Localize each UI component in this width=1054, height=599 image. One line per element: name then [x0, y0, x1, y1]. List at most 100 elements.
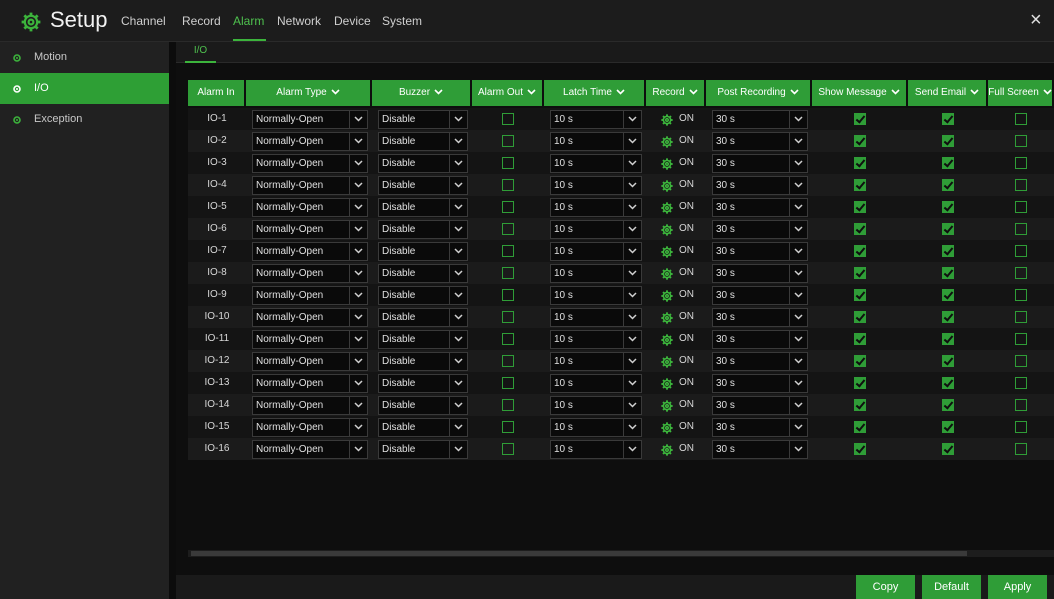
buzzer-select[interactable]: Disable: [378, 220, 468, 239]
full-screen-checkbox[interactable]: [1015, 377, 1027, 389]
show-message-checkbox[interactable]: [854, 377, 866, 389]
chevron-down-icon[interactable]: [789, 375, 807, 392]
chevron-down-icon[interactable]: [527, 80, 536, 106]
send-email-checkbox[interactable]: [942, 267, 954, 279]
alarm-out-checkbox[interactable]: [502, 377, 514, 389]
chevron-down-icon[interactable]: [789, 397, 807, 414]
gear-icon[interactable]: [661, 399, 673, 417]
column-header-send-email[interactable]: Send Email: [908, 80, 988, 106]
alarm-type-select[interactable]: Normally-Open: [252, 132, 368, 151]
alarm-out-checkbox[interactable]: [502, 443, 514, 455]
show-message-checkbox[interactable]: [854, 135, 866, 147]
buzzer-select[interactable]: Disable: [378, 176, 468, 195]
chevron-down-icon[interactable]: [623, 287, 641, 304]
show-message-checkbox[interactable]: [854, 355, 866, 367]
send-email-checkbox[interactable]: [942, 113, 954, 125]
chevron-down-icon[interactable]: [789, 111, 807, 128]
gear-icon[interactable]: [661, 377, 673, 395]
show-message-checkbox[interactable]: [854, 179, 866, 191]
chevron-down-icon[interactable]: [970, 80, 979, 106]
chevron-down-icon[interactable]: [449, 155, 467, 172]
gear-icon[interactable]: [661, 245, 673, 263]
alarm-out-checkbox[interactable]: [502, 245, 514, 257]
alarm-out-checkbox[interactable]: [502, 355, 514, 367]
alarm-type-select[interactable]: Normally-Open: [252, 330, 368, 349]
chevron-down-icon[interactable]: [449, 287, 467, 304]
chevron-down-icon[interactable]: [449, 353, 467, 370]
chevron-down-icon[interactable]: [349, 309, 367, 326]
alarm-type-select[interactable]: Normally-Open: [252, 374, 368, 393]
column-header-buzzer[interactable]: Buzzer: [372, 80, 472, 106]
gear-icon[interactable]: [661, 113, 673, 131]
chevron-down-icon[interactable]: [891, 80, 900, 106]
full-screen-checkbox[interactable]: [1015, 355, 1027, 367]
post-recording-select[interactable]: 30 s: [712, 242, 808, 261]
chevron-down-icon[interactable]: [616, 80, 625, 106]
chevron-down-icon[interactable]: [349, 155, 367, 172]
latch-time-select[interactable]: 10 s: [550, 286, 642, 305]
buzzer-select[interactable]: Disable: [378, 440, 468, 459]
horizontal-scrollbar[interactable]: [188, 550, 1054, 557]
chevron-down-icon[interactable]: [449, 419, 467, 436]
full-screen-checkbox[interactable]: [1015, 179, 1027, 191]
buzzer-select[interactable]: Disable: [378, 374, 468, 393]
chevron-down-icon[interactable]: [689, 80, 698, 106]
chevron-down-icon[interactable]: [623, 331, 641, 348]
chevron-down-icon[interactable]: [349, 419, 367, 436]
show-message-checkbox[interactable]: [854, 289, 866, 301]
buzzer-select[interactable]: Disable: [378, 286, 468, 305]
copy-button[interactable]: Copy: [856, 575, 915, 599]
alarm-out-checkbox[interactable]: [502, 157, 514, 169]
gear-icon[interactable]: [661, 443, 673, 461]
chevron-down-icon[interactable]: [349, 441, 367, 458]
nav-tab-record[interactable]: Record: [182, 14, 221, 28]
chevron-down-icon[interactable]: [1043, 80, 1052, 106]
sidebar-item-io[interactable]: I/O: [0, 73, 169, 104]
chevron-down-icon[interactable]: [349, 133, 367, 150]
nav-tab-device[interactable]: Device: [334, 14, 371, 28]
send-email-checkbox[interactable]: [942, 355, 954, 367]
full-screen-checkbox[interactable]: [1015, 157, 1027, 169]
buzzer-select[interactable]: Disable: [378, 198, 468, 217]
full-screen-checkbox[interactable]: [1015, 289, 1027, 301]
post-recording-select[interactable]: 30 s: [712, 374, 808, 393]
latch-time-select[interactable]: 10 s: [550, 264, 642, 283]
column-header-full-screen[interactable]: Full Screen: [988, 80, 1054, 106]
chevron-down-icon[interactable]: [349, 265, 367, 282]
chevron-down-icon[interactable]: [789, 155, 807, 172]
alarm-type-select[interactable]: Normally-Open: [252, 352, 368, 371]
alarm-type-select[interactable]: Normally-Open: [252, 308, 368, 327]
column-header-record[interactable]: Record: [646, 80, 706, 106]
chevron-down-icon[interactable]: [623, 397, 641, 414]
buzzer-select[interactable]: Disable: [378, 418, 468, 437]
gear-icon[interactable]: [661, 289, 673, 307]
column-header-latch-time[interactable]: Latch Time: [544, 80, 646, 106]
post-recording-select[interactable]: 30 s: [712, 220, 808, 239]
show-message-checkbox[interactable]: [854, 443, 866, 455]
send-email-checkbox[interactable]: [942, 245, 954, 257]
latch-time-select[interactable]: 10 s: [550, 440, 642, 459]
send-email-checkbox[interactable]: [942, 223, 954, 235]
post-recording-select[interactable]: 30 s: [712, 132, 808, 151]
chevron-down-icon[interactable]: [789, 309, 807, 326]
latch-time-select[interactable]: 10 s: [550, 396, 642, 415]
full-screen-checkbox[interactable]: [1015, 311, 1027, 323]
full-screen-checkbox[interactable]: [1015, 135, 1027, 147]
chevron-down-icon[interactable]: [789, 133, 807, 150]
buzzer-select[interactable]: Disable: [378, 264, 468, 283]
show-message-checkbox[interactable]: [854, 311, 866, 323]
chevron-down-icon[interactable]: [449, 331, 467, 348]
latch-time-select[interactable]: 10 s: [550, 308, 642, 327]
chevron-down-icon[interactable]: [623, 309, 641, 326]
column-header-alarm-type[interactable]: Alarm Type: [246, 80, 372, 106]
latch-time-select[interactable]: 10 s: [550, 132, 642, 151]
latch-time-select[interactable]: 10 s: [550, 330, 642, 349]
alarm-out-checkbox[interactable]: [502, 113, 514, 125]
nav-tab-channel[interactable]: Channel: [121, 14, 166, 28]
buzzer-select[interactable]: Disable: [378, 308, 468, 327]
post-recording-select[interactable]: 30 s: [712, 176, 808, 195]
chevron-down-icon[interactable]: [789, 419, 807, 436]
post-recording-select[interactable]: 30 s: [712, 418, 808, 437]
send-email-checkbox[interactable]: [942, 333, 954, 345]
chevron-down-icon[interactable]: [789, 243, 807, 260]
